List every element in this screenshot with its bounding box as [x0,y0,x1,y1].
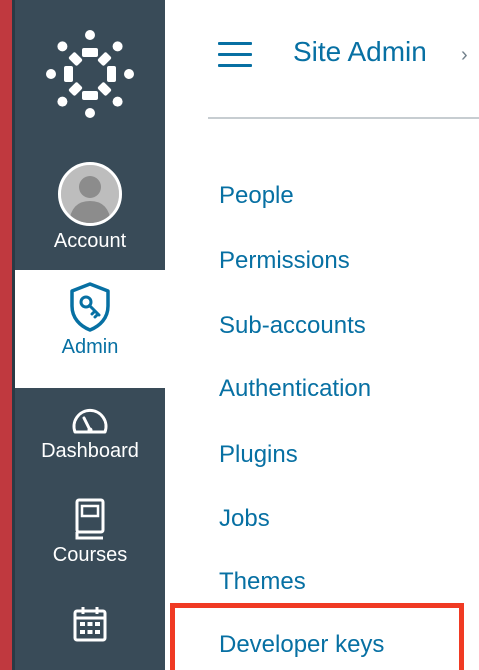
nav-item-dashboard[interactable]: Dashboard [15,400,165,486]
breadcrumb-site-admin[interactable]: Site Admin [293,36,427,68]
admin-menu-people[interactable]: People [219,182,294,210]
nav-item-calendar[interactable] [15,606,165,670]
admin-menu-plugins[interactable]: Plugins [219,441,298,469]
dashboard-gauge-icon [72,409,108,434]
canvas-logo-icon[interactable] [15,0,165,148]
hamburger-menu-icon[interactable] [218,42,252,68]
book-icon [75,498,105,540]
shield-key-icon [70,282,110,332]
admin-menu-sub-accounts[interactable]: Sub-accounts [219,312,366,340]
admin-menu-authentication[interactable]: Authentication [219,375,371,403]
nav-item-courses[interactable]: Courses [15,498,165,594]
breadcrumb-separator-icon: › [461,44,468,66]
nav-item-label: Account [53,230,127,252]
avatar [58,162,122,226]
nav-item-label: Admin [61,336,119,358]
nav-item-label: Courses [52,544,128,566]
global-navigation: Account Admin Dashboard Courses [15,0,165,670]
nav-item-admin[interactable]: Admin [15,270,165,388]
admin-menu-jobs[interactable]: Jobs [219,505,270,533]
admin-menu-permissions[interactable]: Permissions [219,247,350,275]
nav-item-account[interactable]: Account [15,152,165,270]
nav-item-label: Dashboard [41,440,139,462]
screen: Account Admin Dashboard Courses Site Adm… [0,0,479,670]
main-content: Site Admin › People Permissions Sub-acco… [165,0,479,670]
developer-keys-highlight-box [170,603,464,670]
admin-menu-themes[interactable]: Themes [219,568,306,596]
window-edge [0,0,12,670]
header-divider [208,117,479,119]
calendar-icon [73,607,107,642]
